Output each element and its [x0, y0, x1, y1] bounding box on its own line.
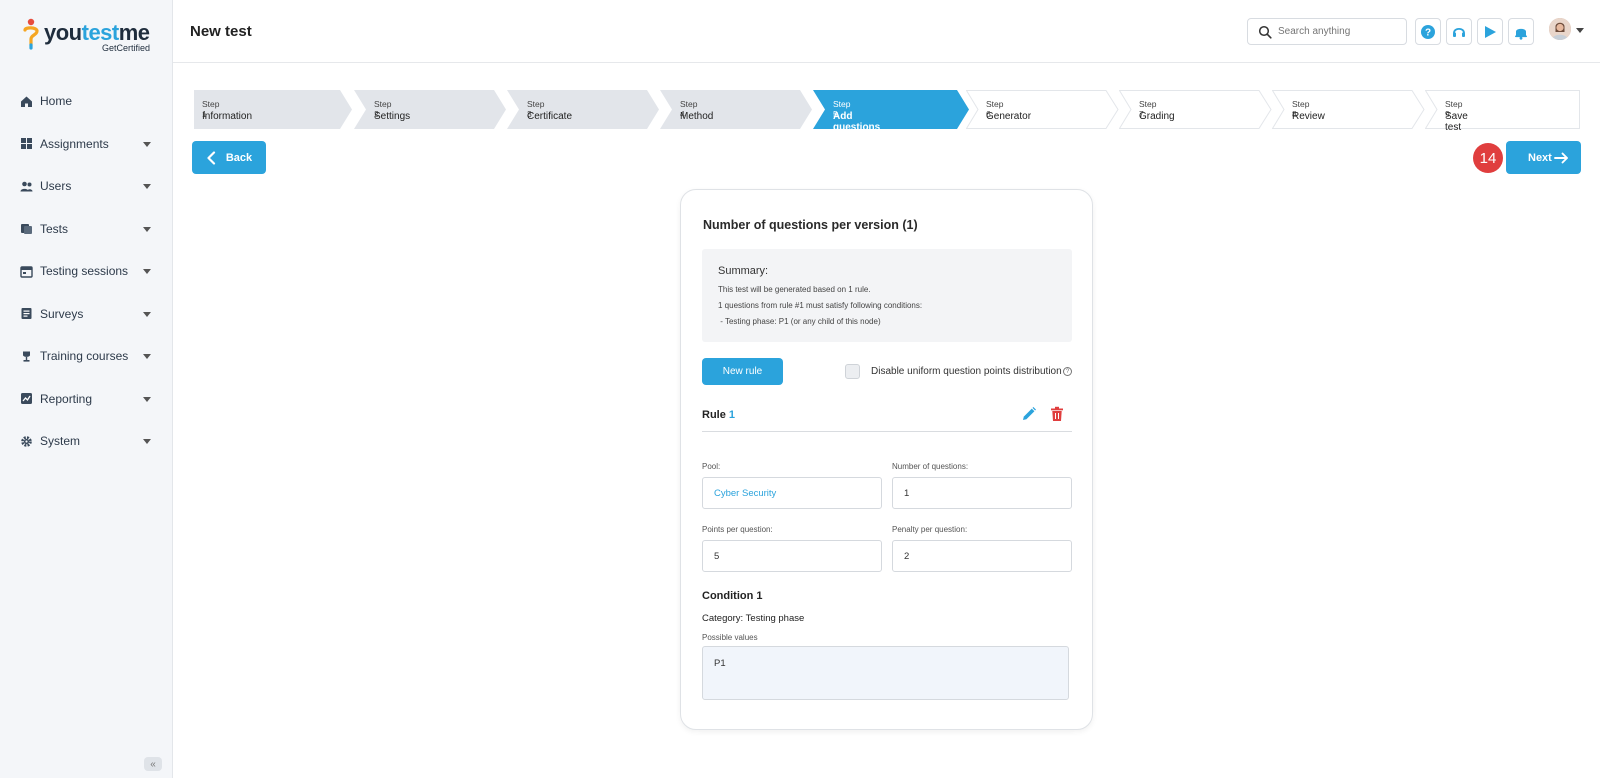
- sidebar-nav: Home Assignments Users Tests Testing ses…: [0, 80, 173, 463]
- points-label: Points per question:: [702, 525, 773, 534]
- summary-line: - Testing phase: P1 (or any child of thi…: [718, 317, 881, 326]
- chevron-down-icon: [143, 269, 151, 274]
- trophy-icon: [20, 350, 33, 363]
- home-icon: [20, 95, 33, 108]
- assignments-icon: [20, 137, 33, 150]
- sidebar-item-testing-sessions[interactable]: Testing sessions: [0, 250, 173, 293]
- sidebar-item-users[interactable]: Users: [0, 165, 173, 208]
- summary-line: This test will be generated based on 1 r…: [718, 285, 871, 294]
- calendar-icon: [20, 265, 33, 278]
- sidebar-item-label: System: [40, 434, 81, 449]
- pencil-icon: [1023, 407, 1036, 420]
- info-icon[interactable]: ?: [1063, 367, 1072, 376]
- points-input[interactable]: 5: [702, 540, 882, 572]
- penalty-label: Penalty per question:: [892, 525, 968, 534]
- bell-icon: [1515, 28, 1527, 40]
- delete-rule-button[interactable]: [1050, 406, 1064, 422]
- card-title: Number of questions per version (1): [703, 218, 918, 232]
- sidebar-item-assignments[interactable]: Assignments: [0, 123, 173, 166]
- reporting-icon: [20, 392, 33, 405]
- arrow-right-icon: [1554, 152, 1568, 163]
- trash-icon: [1051, 406, 1063, 421]
- support-button[interactable]: [1446, 18, 1472, 45]
- notifications-button[interactable]: [1508, 18, 1534, 45]
- sidebar-item-label: Tests: [40, 221, 69, 236]
- sidebar-item-tests[interactable]: Tests: [0, 208, 173, 251]
- search-input[interactable]: [1278, 26, 1388, 37]
- brand-logo[interactable]: youtestme GetCertified: [22, 18, 162, 54]
- summary-title: Summary:: [718, 265, 769, 277]
- logo-mark-icon: [23, 18, 39, 50]
- possible-values-label: Possible values: [702, 633, 758, 642]
- users-icon: [20, 180, 33, 193]
- num-questions-label: Number of questions:: [892, 462, 969, 471]
- sidebar-item-reporting[interactable]: Reporting: [0, 378, 173, 421]
- pool-label: Pool:: [702, 462, 721, 471]
- sidebar: youtestme GetCertified Home Assignments …: [0, 0, 173, 778]
- summary-line: 1 questions from rule #1 must satisfy fo…: [718, 301, 923, 310]
- sidebar-item-system[interactable]: System: [0, 420, 173, 463]
- tutorial-play-button[interactable]: [1477, 18, 1503, 45]
- sidebar-collapse-button[interactable]: «: [144, 757, 162, 771]
- chevron-left-icon: [207, 150, 215, 165]
- pool-field[interactable]: Cyber Security: [702, 477, 882, 509]
- new-rule-button[interactable]: New rule: [702, 358, 783, 385]
- play-icon: [1485, 25, 1496, 38]
- chevron-down-icon: [143, 311, 151, 317]
- back-button[interactable]: Back: [192, 141, 266, 174]
- rule-divider: [702, 431, 1072, 432]
- sidebar-item-label: Assignments: [40, 136, 109, 151]
- penalty-input[interactable]: 2: [892, 540, 1072, 572]
- chevron-down-icon[interactable]: [1576, 28, 1584, 33]
- sidebar-item-label: Testing sessions: [40, 264, 129, 279]
- sidebar-item-surveys[interactable]: Surveys: [0, 293, 173, 336]
- top-header: New test ?: [173, 0, 1600, 63]
- surveys-icon: [20, 307, 33, 320]
- sidebar-item-home[interactable]: Home: [0, 80, 173, 123]
- question-rules-card: Number of questions per version (1) Summ…: [680, 189, 1093, 730]
- condition-category: Category: Testing phase: [702, 613, 805, 624]
- next-label: Next: [1528, 151, 1552, 164]
- brand-tagline: GetCertified: [102, 43, 151, 53]
- sidebar-item-label: Home: [40, 94, 73, 109]
- edit-rule-button[interactable]: [1021, 406, 1037, 422]
- avatar[interactable]: [1549, 18, 1571, 40]
- rule-title: Rule 1: [702, 409, 736, 421]
- sidebar-item-label: Users: [40, 179, 72, 194]
- next-button[interactable]: Next: [1506, 141, 1581, 174]
- disable-uniform-checkbox[interactable]: [845, 364, 860, 379]
- condition-title: Condition 1: [702, 590, 763, 602]
- sidebar-item-training-courses[interactable]: Training courses: [0, 335, 173, 378]
- chevron-down-icon: [143, 439, 151, 444]
- tutorial-step-badge: 14: [1473, 143, 1503, 173]
- search-icon: [1258, 25, 1272, 39]
- sidebar-item-label: Reporting: [40, 391, 93, 406]
- possible-values-field[interactable]: P1: [702, 646, 1069, 700]
- chevron-down-icon: [143, 226, 151, 232]
- chevron-down-icon: [143, 141, 151, 147]
- page-title: New test: [190, 23, 252, 40]
- help-icon: ?: [1421, 24, 1435, 39]
- tests-icon: [20, 222, 33, 235]
- help-button[interactable]: ?: [1415, 18, 1441, 45]
- chevron-down-icon: [143, 184, 151, 189]
- summary-box: Summary: This test will be generated bas…: [702, 249, 1072, 342]
- gear-icon: [20, 435, 33, 448]
- headset-icon: [1453, 27, 1465, 37]
- chevron-down-icon: [143, 354, 151, 359]
- chevron-down-icon: [143, 396, 151, 402]
- disable-uniform-label: Disable uniform question points distribu…: [871, 366, 1062, 377]
- search-box[interactable]: [1247, 18, 1407, 45]
- wizard-stepper: Step 1 Information Step 2 Settings Step …: [194, 90, 1580, 133]
- sidebar-item-label: Training courses: [40, 349, 129, 364]
- sidebar-item-label: Surveys: [40, 306, 84, 321]
- svg-text:?: ?: [1425, 27, 1431, 38]
- num-questions-input[interactable]: 1: [892, 477, 1072, 509]
- back-label: Back: [225, 151, 253, 164]
